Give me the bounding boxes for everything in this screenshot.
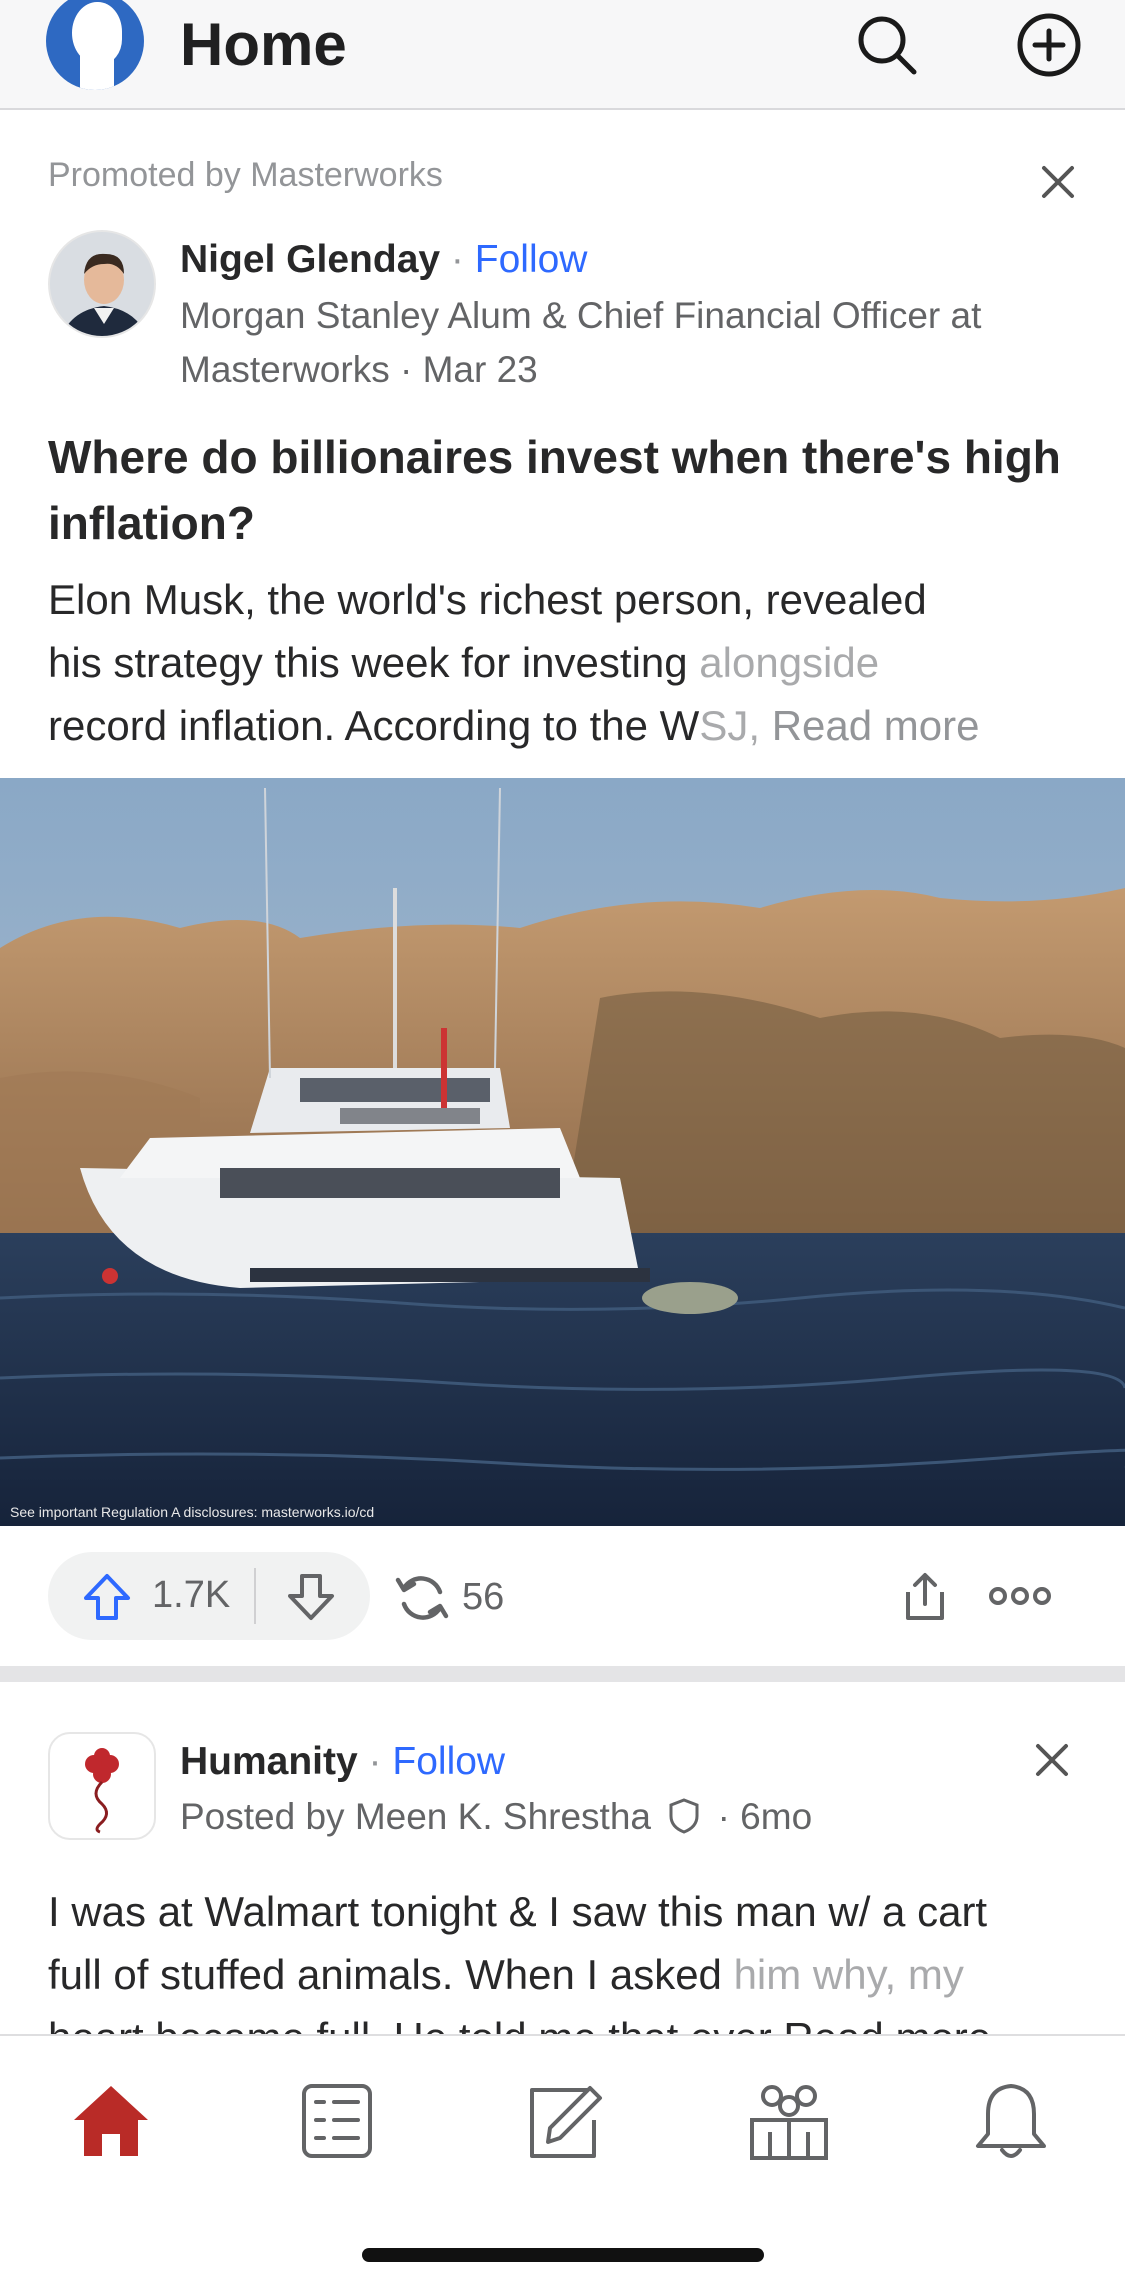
- spaces-icon[interactable]: [744, 2076, 834, 2166]
- answer-icon[interactable]: [518, 2076, 608, 2166]
- post-actions: 1.7K 56: [0, 1546, 1125, 1644]
- moderator-shield-icon: [669, 1798, 699, 1834]
- promoted-label: Promoted by Masterworks: [48, 156, 443, 194]
- bottom-navigation: [0, 2034, 1125, 2286]
- follow-button[interactable]: Follow: [392, 1740, 505, 1783]
- posted-by[interactable]: Posted by Meen K. Shrestha: [180, 1796, 651, 1837]
- post-age: · 6mo: [717, 1796, 813, 1837]
- home-indicator: [362, 2248, 764, 2262]
- read-more-link[interactable]: Read more: [772, 702, 980, 749]
- add-circle-icon[interactable]: [1014, 10, 1084, 80]
- downvote-icon[interactable]: [284, 1570, 338, 1624]
- more-options-icon[interactable]: [988, 1576, 1052, 1616]
- author-name-line: Nigel Glenday · Follow: [180, 238, 587, 282]
- author-avatar[interactable]: [48, 230, 156, 338]
- space-avatar[interactable]: [48, 1732, 156, 1840]
- share-icon[interactable]: [392, 1568, 452, 1628]
- feed-separator: [0, 1666, 1125, 1682]
- close-icon[interactable]: [1030, 1738, 1074, 1782]
- vote-pill: 1.7K: [48, 1552, 370, 1640]
- post-meta: Posted by Meen K. Shrestha · 6mo: [180, 1790, 812, 1844]
- author-name[interactable]: Nigel Glenday: [180, 238, 440, 281]
- vote-divider: [254, 1568, 256, 1624]
- upvote-icon[interactable]: [80, 1570, 134, 1624]
- follow-button[interactable]: Follow: [475, 238, 588, 281]
- search-icon[interactable]: [852, 10, 922, 80]
- share-count: 56: [462, 1576, 505, 1618]
- upvote-count: 1.7K: [152, 1574, 231, 1616]
- post-image[interactable]: See important Regulation A disclosures: …: [0, 778, 1125, 1526]
- post-body[interactable]: Elon Musk, the world's richest person, r…: [48, 568, 1088, 757]
- post-title[interactable]: Where do billionaires invest when there'…: [48, 424, 1078, 556]
- upload-share-icon[interactable]: [900, 1570, 950, 1624]
- page-title: Home: [180, 11, 347, 78]
- space-name[interactable]: Humanity: [180, 1740, 358, 1783]
- following-icon[interactable]: [292, 2076, 382, 2166]
- home-icon[interactable]: [66, 2076, 156, 2166]
- separator-dot: ·: [450, 238, 464, 281]
- quora-logo-icon[interactable]: [46, 0, 144, 90]
- author-credential: Morgan Stanley Alum & Chief Financial Of…: [180, 295, 982, 390]
- close-icon[interactable]: [1036, 160, 1080, 204]
- top-header: Home: [0, 0, 1125, 110]
- notifications-icon[interactable]: [966, 2076, 1056, 2166]
- separator-dot: ·: [368, 1740, 382, 1783]
- image-disclosure: See important Regulation A disclosures: …: [10, 1504, 375, 1520]
- space-name-line: Humanity · Follow: [180, 1740, 505, 1784]
